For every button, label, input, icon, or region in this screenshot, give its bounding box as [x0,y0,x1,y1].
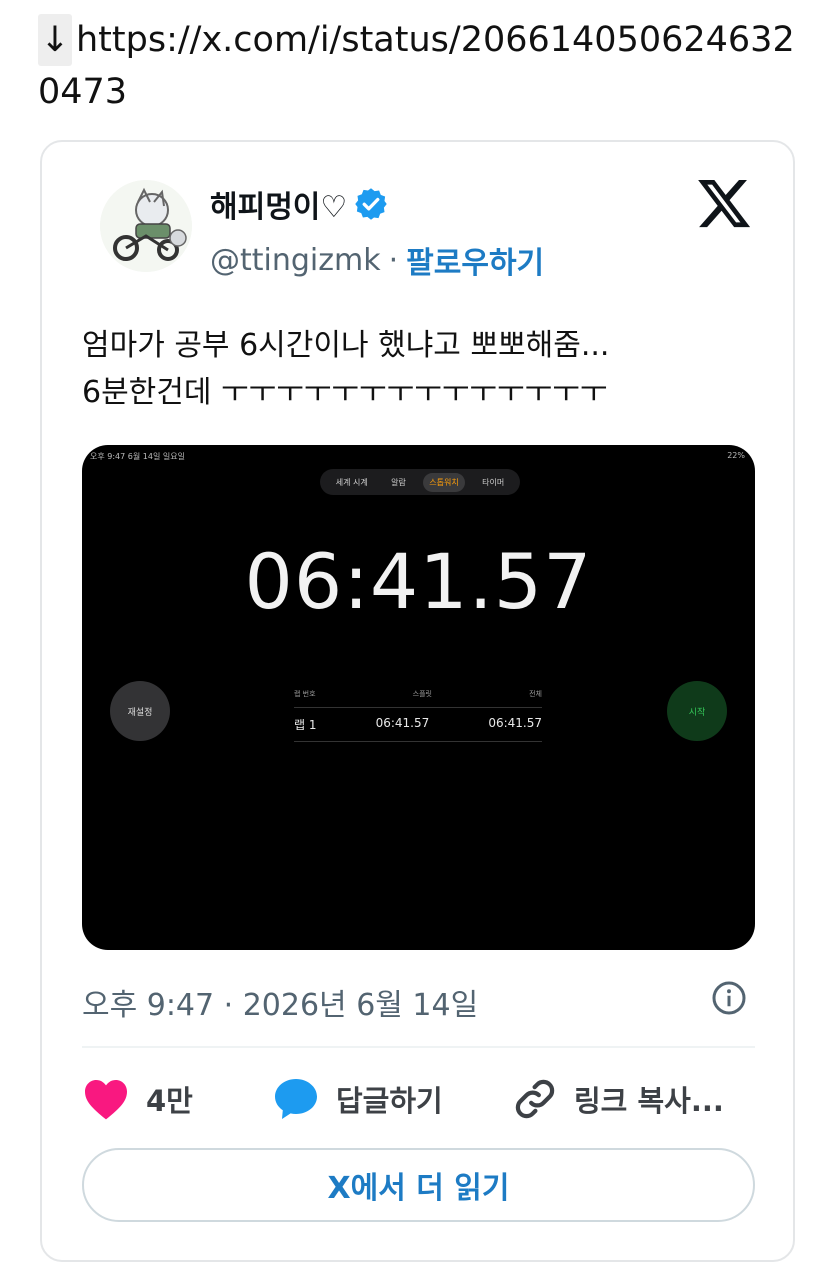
like-button[interactable]: 4만 [82,1077,272,1121]
device-status-time: 오후 9:47 6월 14일 일요일 [90,452,185,461]
x-logo-icon[interactable] [695,174,753,232]
avatar-image [100,180,192,272]
device-status-battery: 22% [727,451,745,460]
display-name[interactable]: 해피멍이♡ [210,182,389,226]
table-row: 랩 1 06:41.57 06:41.57 [294,707,542,742]
lap-table: 랩 번호 스플릿 전체 랩 1 06:41.57 06:41.57 [294,689,542,742]
status-url[interactable]: ↓ https://x.com/i/status/2066140506246320… [38,14,808,118]
like-count: 4만 [146,1084,193,1118]
separator-dot: · [388,242,399,278]
tweet-card[interactable]: 해피멍이♡ @ttingizmk · 팔로우하기 엄마가 공부 6시간이나 했냐… [40,140,795,1262]
reply-button[interactable]: 답글하기 [272,1076,512,1122]
reply-bubble-icon [275,1079,317,1119]
arrow-down-icon: ↓ [38,14,72,66]
tab-alarm: 알람 [391,477,406,487]
tweet-timestamp[interactable]: 오후 9:47 · 2026년 6월 14일 [82,980,478,1024]
tab-world-clock: 세계 시계 [335,477,368,487]
divider [82,1046,755,1048]
device-status-bar: 오후 9:47 6월 14일 일요일 22% [90,451,745,463]
lap-header-total: 전체 [529,690,542,698]
info-icon[interactable] [711,980,747,1016]
lap-split: 06:41.57 [375,716,430,730]
stopwatch-time: 06:41.57 [244,537,593,626]
copy-link-button[interactable]: 링크 복사... [512,1076,724,1122]
tweet-media-image[interactable]: 오후 9:47 6월 14일 일요일 22% 세계 시계 알람 스톱워치 타이머… [82,445,755,950]
reset-button: 재설정 [110,681,170,741]
heart-icon [85,1080,127,1120]
tweet-actions: 4만 답글하기 링크 복사... [82,1074,762,1124]
follow-button[interactable]: 팔로우하기 [406,238,544,282]
copy-link-label: 링크 복사... [574,1084,724,1118]
link-icon [515,1079,555,1119]
tweet-text-line-1: 엄마가 공부 6시간이나 했냐고 뽀뽀해줌... [82,328,610,363]
tab-timer: 타이머 [482,477,505,487]
lap-header-split: 스플릿 [412,690,432,698]
handle-row: @ttingizmk · 팔로우하기 [210,238,544,282]
handle[interactable]: @ttingizmk [210,243,381,278]
start-button: 시작 [667,681,727,741]
tweet-text: 엄마가 공부 6시간이나 했냐고 뽀뽀해줌... 6분한건데 ㅜㅜㅜㅜㅜㅜㅜㅜㅜ… [82,322,762,416]
lap-table-header: 랩 번호 스플릿 전체 [294,689,542,707]
tweet-text-line-2: 6분한건데 ㅜㅜㅜㅜㅜㅜㅜㅜㅜㅜㅜㅜㅜㅜ [82,375,608,410]
read-more-on-x-button[interactable]: X에서 더 읽기 [82,1148,755,1222]
verified-badge-icon [355,188,388,220]
avatar[interactable] [100,180,192,272]
lap-total: 06:41.57 [488,716,542,730]
lap-number: 랩 1 [294,718,317,732]
lap-header-number: 랩 번호 [294,690,316,698]
status-url-text[interactable]: https://x.com/i/status/20661405062463204… [38,20,795,112]
tab-stopwatch: 스톱워치 [423,472,465,492]
display-name-text[interactable]: 해피멍이♡ [210,182,347,226]
clock-tabs: 세계 시계 알람 스톱워치 타이머 [320,469,520,495]
reply-label: 답글하기 [336,1084,443,1118]
